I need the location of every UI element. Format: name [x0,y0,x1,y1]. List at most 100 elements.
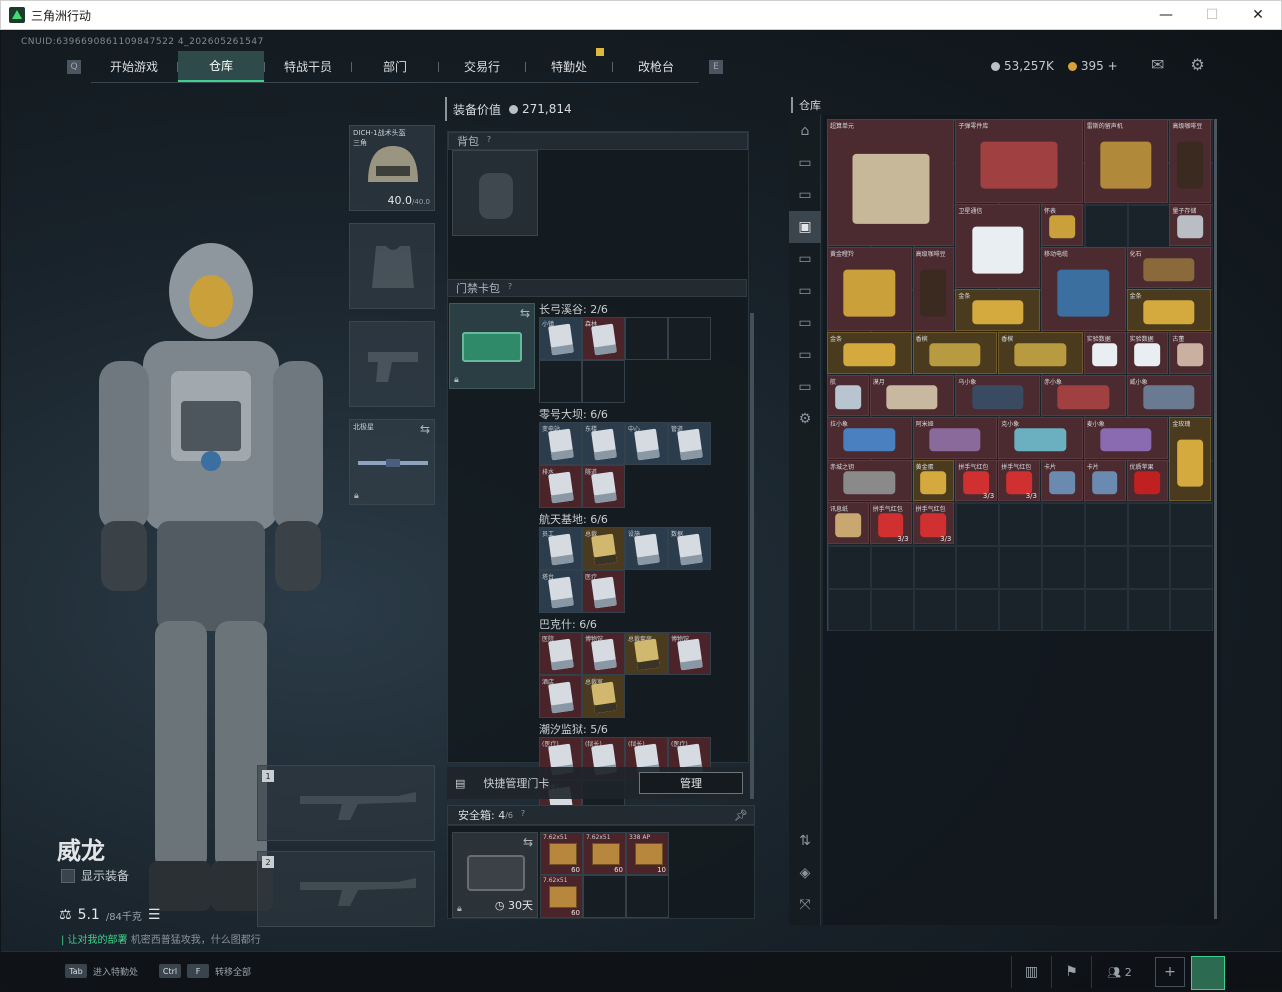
secondary-weapon-slot[interactable]: 2 [257,851,435,927]
flag-icon[interactable]: ⚑ [1051,956,1091,988]
show-equipment-checkbox[interactable] [61,868,75,883]
category-tool-icon[interactable]: ▭ [789,371,821,403]
warehouse-scrollbar[interactable] [1214,119,1217,919]
settings-small-icon[interactable]: ⚙ [789,403,821,435]
nav-tab[interactable]: 交易行 [439,51,525,82]
warehouse-item[interactable]: 高级咖啡豆 [1169,119,1212,204]
warehouse-item[interactable]: 实验数据 [1083,332,1126,374]
loadout-scrollbar[interactable] [750,313,754,799]
warehouse-item[interactable]: 拼手气红包 3/3 [869,502,912,544]
pin-icon[interactable]: 📌︎ [734,809,748,822]
keycard-slot[interactable]: 中心 [625,422,668,465]
nav-tab[interactable]: 部门 [352,51,438,82]
transfer-icon[interactable]: ⤧ [789,889,821,921]
keycard-slot[interactable]: 酒店 [539,675,582,718]
warehouse-item[interactable]: 金条 [1126,289,1212,331]
keycard-slot[interactable]: 隧道 [582,465,625,508]
maximize-button[interactable]: ☐ [1189,1,1235,29]
warehouse-item[interactable]: 雷斯的留声机 [1083,119,1169,204]
category-ammo-icon[interactable]: ▭ [789,243,821,275]
nav-prev-key[interactable]: Q [67,60,81,74]
warehouse-item[interactable]: 怀表 [1041,204,1083,246]
category-medical-icon[interactable]: ▭ [789,275,821,307]
silver-currency[interactable]: 53,257K [991,59,1054,73]
warehouse-item[interactable]: 香槟 [912,332,998,374]
keycard-slot[interactable]: 东楼 [582,422,625,465]
keycard-slot[interactable]: 总裁套房 [625,632,668,675]
melee-slot[interactable]: 北极星 ⇆ 🔒︎ [349,419,435,505]
swap-icon[interactable]: ⇆ [523,835,533,849]
keycard-slot[interactable]: 员工 [539,527,582,570]
warehouse-item[interactable]: 讯息纸 [827,502,869,544]
warehouse-item[interactable]: 阿米娅 [912,417,998,459]
list-icon[interactable]: ☰ [148,907,161,923]
keycard-slot[interactable]: 数据 [668,527,711,570]
gold-currency[interactable]: 395 + [1067,59,1118,73]
warehouse-item[interactable]: 威小象 [1126,374,1212,417]
warehouse-item[interactable]: 黄金蛋 [912,459,955,502]
nav-next-key[interactable]: E [709,60,723,74]
keycard-slot[interactable]: 小镇 [539,317,582,360]
warehouse-item[interactable]: 拼手气红包 3/3 [912,502,955,544]
swap-icon[interactable]: ⇆ [520,306,530,320]
manage-button[interactable]: 管理 [639,772,743,794]
primary-weapon-slot[interactable]: 1 [257,765,435,841]
stats-icon[interactable]: ▥ [1011,956,1051,988]
season-badge-icon[interactable] [1191,956,1225,990]
backpack-slot[interactable] [452,150,538,236]
mail-icon[interactable]: ✉ [1151,55,1164,74]
keycard-slot[interactable]: 总裁室 [582,675,625,718]
sort-icon[interactable]: ⇅ [789,825,821,857]
category-collectible-icon[interactable]: ▣ [789,211,821,243]
warehouse-grid-area[interactable]: 超算单元 子弹零件库 雷斯的留声机 高级咖啡豆 卫星通信 怀表 量子存储 黄金瞪羚 高级咖啡豆金… [823,115,1221,925]
warehouse-item[interactable]: 高级咖啡豆 [912,246,955,331]
category-misc-icon[interactable]: ▭ [789,339,821,371]
warehouse-item[interactable]: 卡片 [1083,459,1126,502]
warehouse-item[interactable]: 漠月 [869,374,955,417]
warehouse-item[interactable]: 化石 [1126,246,1212,289]
keycard-slot[interactable]: 设施 [625,527,668,570]
warehouse-item[interactable]: 卫星通信 [955,204,1040,289]
keycard-slot[interactable]: 博物馆 [668,632,711,675]
empty-slot[interactable] [583,875,626,918]
warehouse-item[interactable]: 金条 [955,289,1040,331]
nav-tab[interactable]: 特战干员 [265,51,351,82]
warehouse-item[interactable]: 卡片 [1041,459,1083,502]
warehouse-item[interactable]: 金玫瑰 [1169,417,1212,502]
pistol-slot[interactable] [349,321,435,407]
gear-icon[interactable]: ⚙ [1190,55,1204,74]
empty-slot[interactable] [625,317,668,360]
empty-slot[interactable] [626,875,669,918]
empty-slot[interactable] [582,360,625,403]
keycard-slot[interactable]: 塔台 [539,570,582,613]
category-weapon-icon[interactable]: ▭ [789,147,821,179]
add-party-button[interactable]: + [1155,957,1185,987]
keycard-slot[interactable]: 管道 [668,422,711,465]
safe-item[interactable]: 7.62x51 60 [583,832,626,875]
warehouse-item[interactable]: 香槟 [998,332,1083,374]
keycard-slot[interactable]: 排水 [539,465,582,508]
warehouse-item[interactable]: 赤城之钥 [827,459,912,502]
warehouse-item[interactable]: 黄金瞪羚 [827,246,912,331]
keycard-slot[interactable]: 博物馆 [582,632,625,675]
warehouse-item[interactable]: 赤小象 [1041,374,1126,417]
warehouse-item[interactable]: 移动电缆 [1041,246,1126,331]
armor-slot[interactable] [349,223,435,309]
category-key-icon[interactable]: ▭ [789,307,821,339]
hint-transfer-all[interactable]: Ctrl F 转移全部 [159,964,251,978]
category-all-icon[interactable]: ⌂ [789,115,821,147]
warehouse-item[interactable]: 金条 [827,332,912,374]
warehouse-item[interactable]: 拼手气红包 3/3 [955,459,998,502]
nav-tab[interactable]: 仓库 [178,51,264,82]
warehouse-item[interactable]: 古董 [1169,332,1212,374]
helmet-slot[interactable]: DICH-1战术头盔 三角 40.0/40.0 [349,125,435,211]
safe-box-slot[interactable]: ⇆ 🔒︎ ◷ 30天 [452,832,538,918]
hint-enter-special[interactable]: Tab 进入特勤处 [65,964,138,978]
nav-tab[interactable]: 改枪台 [613,51,699,82]
warehouse-item[interactable]: 实验数据 [1126,332,1169,374]
layers-icon[interactable]: ◈ [789,857,821,889]
swap-icon[interactable]: ⇆ [420,422,430,436]
warehouse-item[interactable]: 子弹零件库 [955,119,1083,204]
empty-slot[interactable] [539,360,582,403]
close-button[interactable]: ✕ [1235,1,1281,29]
